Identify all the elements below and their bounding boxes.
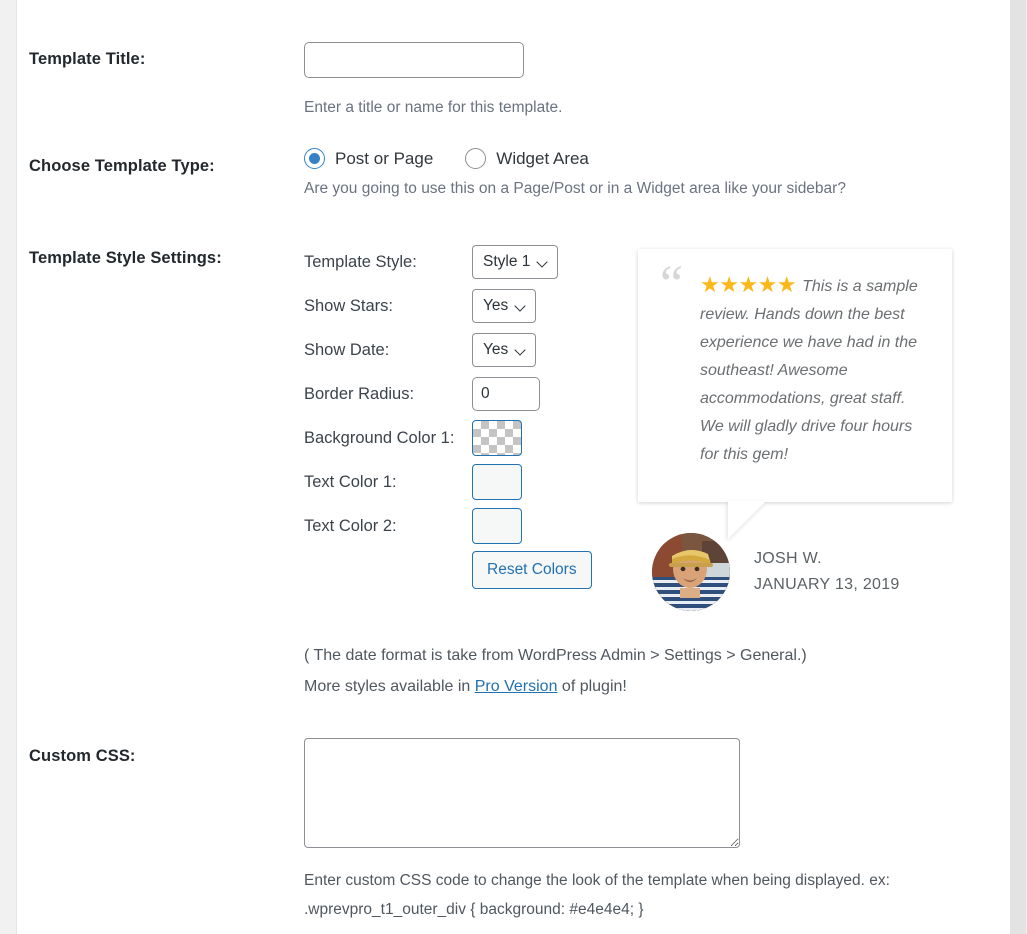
star-rating-icon: ★★★★★	[700, 272, 797, 297]
chevron-down-icon	[538, 257, 549, 268]
show-date-label: Show Date:	[304, 340, 390, 359]
custom-css-description-line1: Enter custom CSS code to change the look…	[304, 872, 890, 889]
admin-page: Template Title: Enter a title or name fo…	[0, 0, 1027, 934]
template-style-value: Style 1	[483, 253, 531, 270]
left-gutter	[0, 0, 17, 934]
template-title-description: Enter a title or name for this template.	[304, 99, 563, 116]
show-date-value: Yes	[483, 341, 509, 358]
scrollbar-thumb[interactable]	[1010, 0, 1026, 934]
border-radius-label: Border Radius:	[304, 384, 415, 403]
review-text-block: ★★★★★ This is a sample review. Hands down…	[666, 271, 930, 469]
template-title-label: Template Title:	[29, 50, 146, 68]
template-style-select[interactable]: Style 1	[472, 245, 559, 279]
review-author-name: JOSH W.	[754, 550, 822, 567]
quote-icon: “	[660, 256, 684, 313]
pro-note-suffix: of plugin!	[557, 678, 627, 695]
template-type-label: Choose Template Type:	[29, 157, 215, 175]
chevron-down-icon	[516, 345, 527, 356]
radio-widget-area-icon[interactable]	[465, 148, 487, 169]
template-type-radio-group: Post or Page Widget Area	[304, 148, 846, 169]
show-stars-label: Show Stars:	[304, 296, 393, 315]
text-color-1-swatch[interactable]	[472, 464, 522, 500]
review-author-row: JOSH W. JANUARY 13, 2019	[652, 533, 900, 611]
text-color-1-label: Text Color 1:	[304, 472, 397, 491]
radio-option-post-or-page[interactable]: Post or Page	[304, 148, 433, 169]
custom-css-description-line2: .wprevpro_t1_outer_div { background: #e4…	[304, 901, 644, 918]
radio-option-widget-area[interactable]: Widget Area	[465, 148, 589, 169]
style-settings-label: Template Style Settings:	[29, 249, 222, 267]
template-preview: “ ★★★★★ This is a sample review. Hands do…	[620, 243, 960, 623]
pro-version-link[interactable]: Pro Version	[475, 678, 558, 695]
radio-widget-area-label: Widget Area	[496, 148, 589, 168]
custom-css-textarea[interactable]	[304, 738, 740, 848]
radio-post-or-page-icon[interactable]	[304, 148, 325, 169]
show-date-select[interactable]: Yes	[472, 333, 537, 367]
date-format-note: ( The date format is take from WordPress…	[304, 647, 807, 664]
review-bubble: “ ★★★★★ This is a sample review. Hands do…	[638, 249, 952, 502]
show-stars-value: Yes	[483, 297, 509, 314]
text-color-2-label: Text Color 2:	[304, 516, 397, 535]
custom-css-label: Custom CSS:	[29, 747, 136, 765]
review-author-meta: JOSH W. JANUARY 13, 2019	[754, 546, 900, 598]
chevron-down-icon	[516, 301, 527, 312]
review-author-date: JANUARY 13, 2019	[754, 576, 900, 593]
radio-post-or-page-label: Post or Page	[335, 148, 434, 168]
background-color-1-swatch[interactable]	[472, 420, 522, 456]
template-style-label: Template Style:	[304, 252, 417, 271]
review-text: This is a sample review. Hands down the …	[700, 278, 918, 463]
text-color-2-swatch[interactable]	[472, 508, 522, 544]
pro-version-note: More styles available in Pro Version of …	[304, 671, 807, 702]
show-stars-select[interactable]: Yes	[472, 289, 537, 323]
reset-colors-button[interactable]: Reset Colors	[472, 551, 592, 589]
vertical-scrollbar[interactable]	[1010, 0, 1027, 934]
avatar	[652, 533, 730, 611]
border-radius-input[interactable]	[472, 377, 540, 411]
avatar-photo-icon	[652, 533, 730, 611]
pro-note-prefix: More styles available in	[304, 678, 475, 695]
background-color-1-label: Background Color 1:	[304, 428, 455, 447]
template-type-description: Are you going to use this on a Page/Post…	[304, 180, 846, 197]
template-title-input[interactable]	[304, 42, 524, 78]
